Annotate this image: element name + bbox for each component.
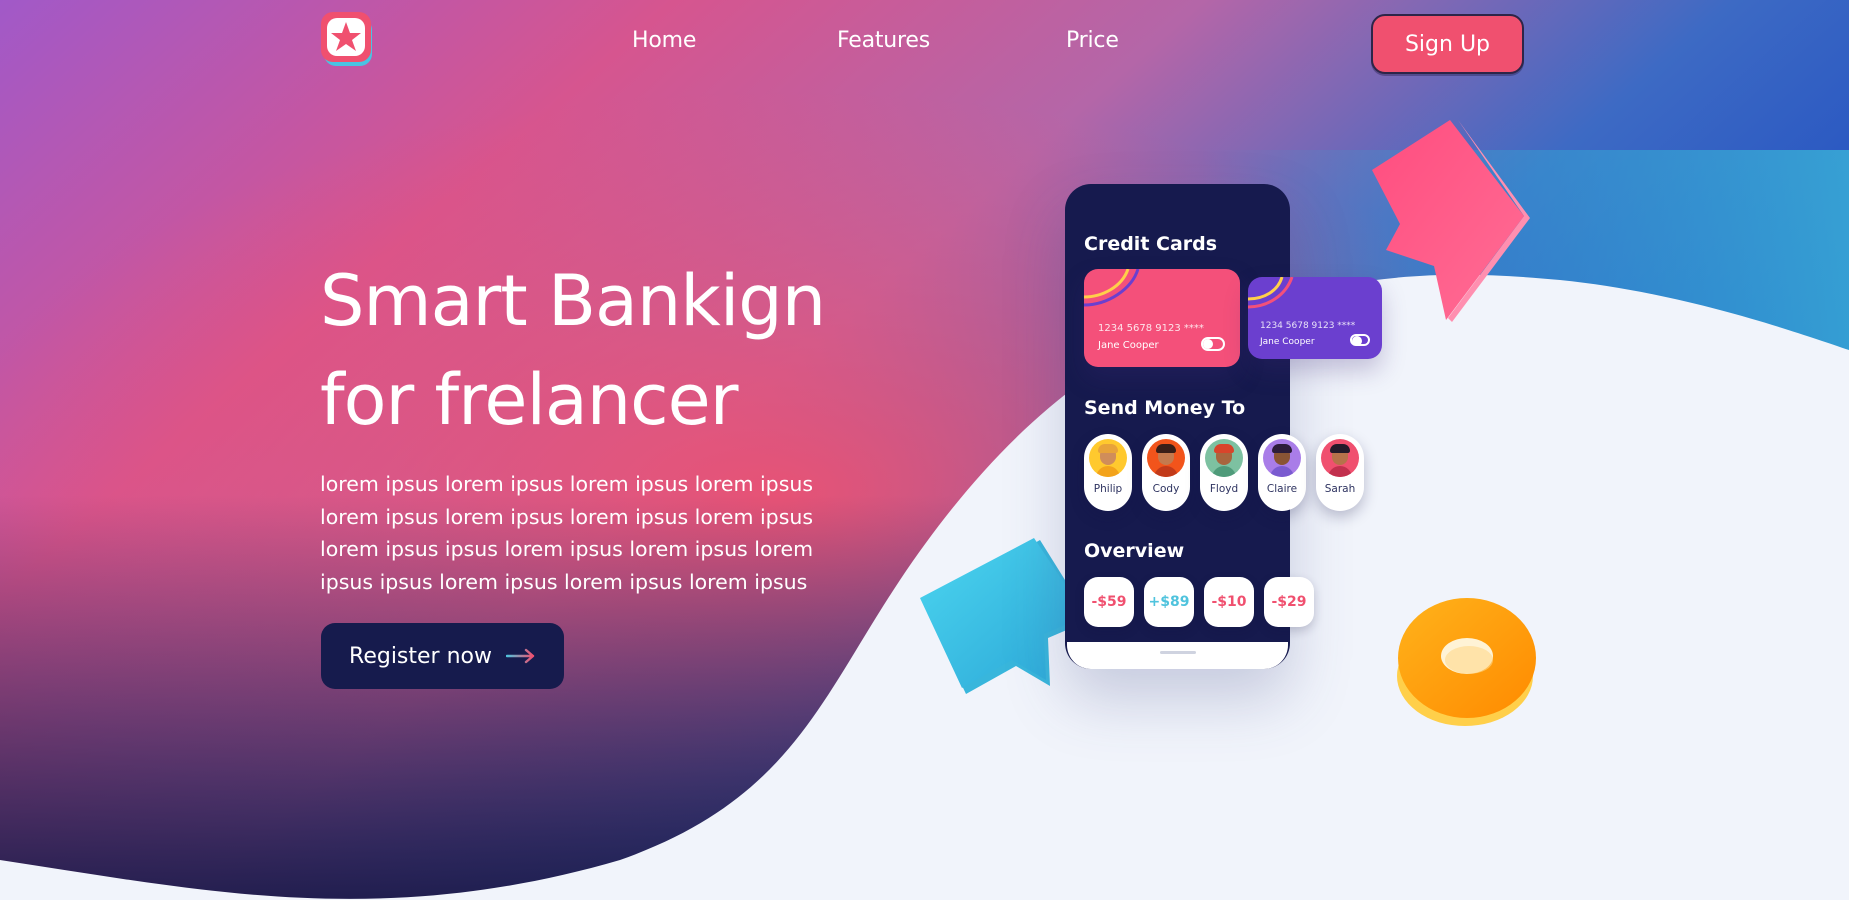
card-arc-icon <box>1248 277 1294 309</box>
contact-name: Philip <box>1093 483 1123 495</box>
nav-features[interactable]: Features <box>837 28 930 53</box>
contact-philip[interactable]: Philip <box>1084 434 1132 511</box>
contact-name: Claire <box>1266 483 1298 495</box>
avatar <box>1147 439 1185 477</box>
avatar <box>1321 439 1359 477</box>
avatar <box>1089 439 1127 477</box>
hero-background <box>0 0 1849 900</box>
contact-claire[interactable]: Claire <box>1258 434 1306 511</box>
hero-description: lorem ipsus lorem ipsus lorem ipsus lore… <box>320 472 814 594</box>
contact-name: Sarah <box>1324 483 1356 495</box>
credit-card-2[interactable]: 1234 5678 9123 **** Jane Cooper <box>1248 277 1382 359</box>
phone-bottom-bar <box>1067 642 1288 669</box>
nav-home[interactable]: Home <box>632 28 696 53</box>
register-label: Register now <box>349 643 492 669</box>
card-toggle-icon <box>1201 337 1225 351</box>
yellow-ring-shape <box>1397 598 1536 726</box>
home-indicator <box>1160 651 1196 654</box>
avatar <box>1205 439 1243 477</box>
hero-title-line1: Smart Bankign <box>320 260 826 342</box>
contact-sarah[interactable]: Sarah <box>1316 434 1364 511</box>
app-logo[interactable] <box>321 12 375 68</box>
avatar <box>1263 439 1301 477</box>
hero-title: Smart Bankign for frelancer <box>320 252 880 450</box>
signup-button[interactable]: Sign Up <box>1371 14 1524 74</box>
hero-title-line2: for frelancer <box>320 359 738 441</box>
transaction-amount[interactable]: -$59 <box>1084 577 1134 627</box>
transaction-amount[interactable]: -$10 <box>1204 577 1254 627</box>
card-number: 1234 5678 9123 **** <box>1260 321 1356 331</box>
card-toggle-icon <box>1350 334 1370 346</box>
card-holder: Jane Cooper <box>1260 337 1315 347</box>
arrow-right-icon <box>505 648 535 664</box>
card-number: 1234 5678 9123 **** <box>1098 323 1204 334</box>
card-arc-icon <box>1084 269 1140 307</box>
contact-floyd[interactable]: Floyd <box>1200 434 1248 511</box>
contact-name: Floyd <box>1209 483 1239 495</box>
card-holder: Jane Cooper <box>1098 340 1159 351</box>
nav-price[interactable]: Price <box>1066 28 1119 53</box>
transaction-amount[interactable]: -$29 <box>1264 577 1314 627</box>
pink-chat-bubble-shape <box>1372 120 1530 322</box>
credit-cards-title: Credit Cards <box>1084 233 1218 255</box>
contact-cody[interactable]: Cody <box>1142 434 1190 511</box>
transaction-amount[interactable]: +$89 <box>1144 577 1194 627</box>
credit-card-1[interactable]: 1234 5678 9123 **** Jane Cooper <box>1084 269 1240 367</box>
send-money-title: Send Money To <box>1084 397 1246 419</box>
overview-title: Overview <box>1084 540 1185 562</box>
contact-name: Cody <box>1152 483 1180 495</box>
register-button[interactable]: Register now <box>321 623 564 689</box>
